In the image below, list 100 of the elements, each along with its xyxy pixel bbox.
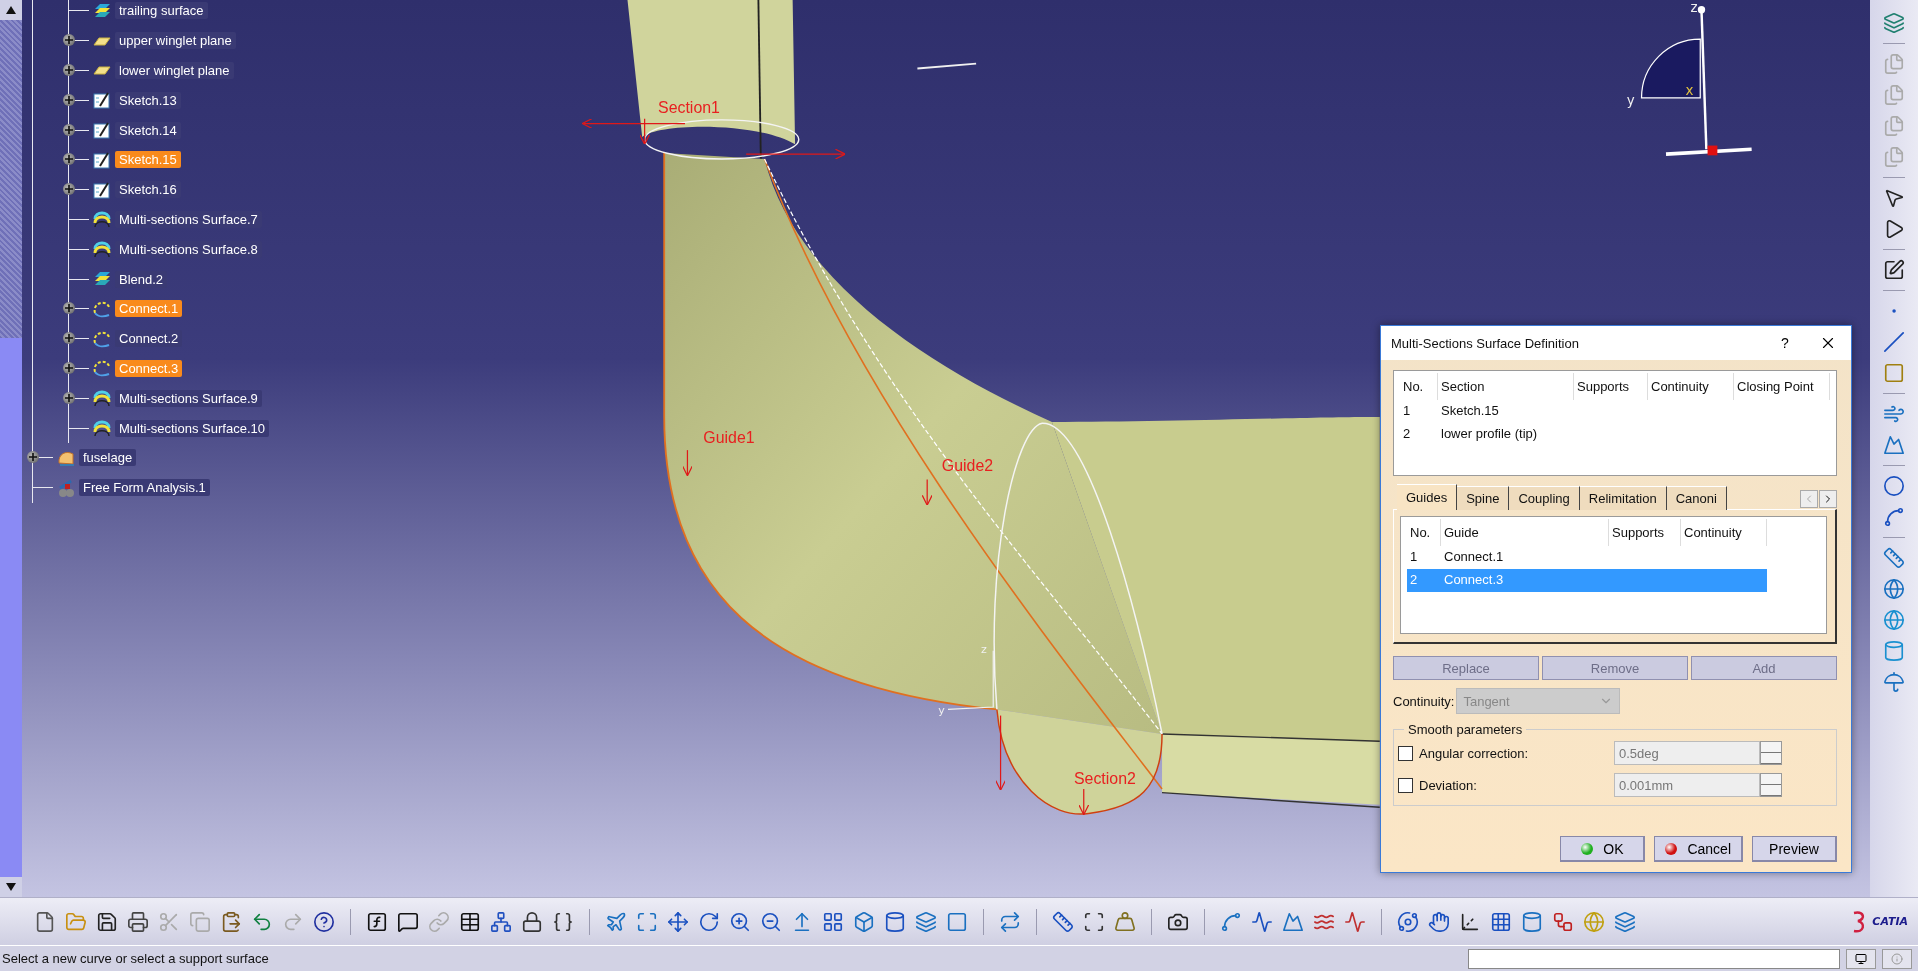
plane-icon[interactable]: [1883, 362, 1905, 384]
tree-item[interactable]: Sketch.14: [115, 121, 181, 139]
pointer-icon[interactable]: [1883, 187, 1905, 209]
help-icon[interactable]: [313, 910, 335, 933]
expand-icon[interactable]: [63, 34, 75, 47]
expand-icon[interactable]: [63, 153, 75, 166]
curve-analysis-icon[interactable]: [1220, 910, 1242, 933]
tree-item[interactable]: Blend.2: [115, 270, 168, 288]
weight-icon[interactable]: [1114, 910, 1136, 933]
dialog-button[interactable]: Cancel: [1654, 836, 1743, 862]
sphere-icon[interactable]: [1883, 578, 1905, 600]
zoom-out-icon[interactable]: [760, 910, 782, 933]
hand-icon[interactable]: [1428, 910, 1450, 933]
save-icon[interactable]: [96, 910, 118, 933]
column-header[interactable]: Closing Point: [1734, 373, 1830, 400]
print-icon[interactable]: [127, 910, 149, 933]
rotate-icon[interactable]: [698, 910, 720, 933]
scroll-down-button[interactable]: [0, 877, 22, 897]
formula-icon[interactable]: [366, 910, 388, 933]
cube-icon[interactable]: [853, 910, 875, 933]
spline-icon[interactable]: [1883, 506, 1905, 528]
column-header[interactable]: No.: [1400, 373, 1438, 400]
tab[interactable]: Canoni: [1666, 486, 1727, 510]
tree-item[interactable]: Free Form Analysis.1: [79, 479, 210, 497]
help-button[interactable]: ?: [1765, 328, 1805, 358]
expand-icon[interactable]: [63, 93, 75, 106]
column-header[interactable]: Continuity: [1648, 373, 1734, 400]
pan-icon[interactable]: [667, 910, 689, 933]
lock-icon[interactable]: [521, 910, 543, 933]
tab[interactable]: Coupling: [1509, 486, 1580, 510]
tree-item[interactable]: fuselage: [79, 449, 137, 467]
value-field[interactable]: 0.001mm: [1614, 773, 1760, 797]
orbit-icon[interactable]: [1397, 910, 1419, 933]
multi-view-icon[interactable]: [822, 910, 844, 933]
cylinder-icon[interactable]: [884, 910, 906, 933]
tree-item[interactable]: trailing surface: [115, 2, 208, 20]
workflow-icon[interactable]: [1552, 910, 1574, 933]
tab[interactable]: Guides: [1397, 484, 1458, 510]
tab[interactable]: Spine: [1457, 486, 1510, 510]
dialog-button[interactable]: OK: [1560, 836, 1646, 862]
column-header[interactable]: Supports: [1609, 519, 1681, 546]
braces-icon[interactable]: [552, 910, 574, 933]
column-header[interactable]: Section: [1438, 373, 1574, 400]
circle-icon[interactable]: [1883, 475, 1905, 497]
new-file-icon[interactable]: [34, 910, 56, 933]
table-cell[interactable]: Connect.1: [1441, 546, 1767, 569]
tree-item[interactable]: Connect.2: [115, 330, 183, 348]
line-icon[interactable]: [1883, 331, 1905, 353]
tree-item[interactable]: Sketch.13: [115, 91, 181, 109]
paste-icon[interactable]: [220, 910, 242, 933]
column-header[interactable]: Guide: [1441, 519, 1609, 546]
sphere-icon[interactable]: [1883, 609, 1905, 631]
layers-icon[interactable]: [915, 910, 937, 933]
expand-icon[interactable]: [63, 183, 75, 196]
sketch-icon[interactable]: [1883, 259, 1905, 281]
scan-icon[interactable]: [1083, 910, 1105, 933]
tree-item[interactable]: Multi-sections Surface.9: [115, 389, 262, 407]
expand-icon[interactable]: [63, 391, 75, 404]
table-cell[interactable]: 1: [1407, 546, 1441, 569]
dialog-button[interactable]: Preview: [1752, 836, 1837, 862]
tree-item[interactable]: Multi-sections Surface.10: [115, 419, 269, 437]
layers-icon[interactable]: [1883, 12, 1905, 34]
zoom-in-icon[interactable]: [729, 910, 751, 933]
grid-icon[interactable]: [1490, 910, 1512, 933]
swap-icon[interactable]: [999, 910, 1021, 933]
tab[interactable]: Relimitation: [1579, 486, 1667, 510]
tree-item[interactable]: upper winglet plane: [115, 32, 236, 50]
expand-icon[interactable]: [63, 64, 75, 76]
checkbox[interactable]: [1398, 745, 1413, 761]
expand-icon[interactable]: [63, 302, 75, 315]
ruler-icon[interactable]: [1052, 910, 1074, 933]
ruler-icon[interactable]: [1883, 547, 1905, 569]
tree-item[interactable]: Sketch.16: [115, 181, 181, 199]
scroll-right-button[interactable]: [1819, 490, 1837, 508]
tree-item[interactable]: lower winglet plane: [115, 62, 234, 79]
speech-bubble-icon[interactable]: [397, 910, 419, 933]
expand-icon[interactable]: [63, 332, 75, 345]
column-header[interactable]: Supports: [1574, 373, 1648, 400]
value-field[interactable]: 0.5deg: [1614, 741, 1760, 765]
spin-buttons[interactable]: [1760, 741, 1782, 765]
checkbox[interactable]: [1398, 777, 1413, 793]
cylinder-icon[interactable]: [1883, 640, 1905, 662]
expand-icon[interactable]: [63, 123, 75, 136]
scroll-thumb[interactable]: [0, 338, 22, 877]
cylinder-icon[interactable]: [1521, 910, 1543, 933]
activity-icon[interactable]: [1344, 910, 1366, 933]
table-icon[interactable]: [459, 910, 481, 933]
monitor-button[interactable]: [1846, 948, 1876, 969]
layers-icon[interactable]: [1614, 910, 1636, 933]
activity-icon[interactable]: [1251, 910, 1273, 933]
spin-buttons[interactable]: [1760, 773, 1782, 797]
square-icon[interactable]: [946, 910, 968, 933]
column-header[interactable]: Continuity: [1681, 519, 1767, 546]
column-header[interactable]: No.: [1407, 519, 1441, 546]
command-input-field[interactable]: [1468, 948, 1840, 969]
3d-viewport[interactable]: [22, 0, 1870, 897]
plane-icon[interactable]: [605, 910, 627, 933]
fit-all-icon[interactable]: [636, 910, 658, 933]
scroll-up-button[interactable]: [0, 0, 22, 20]
network-icon[interactable]: [490, 910, 512, 933]
